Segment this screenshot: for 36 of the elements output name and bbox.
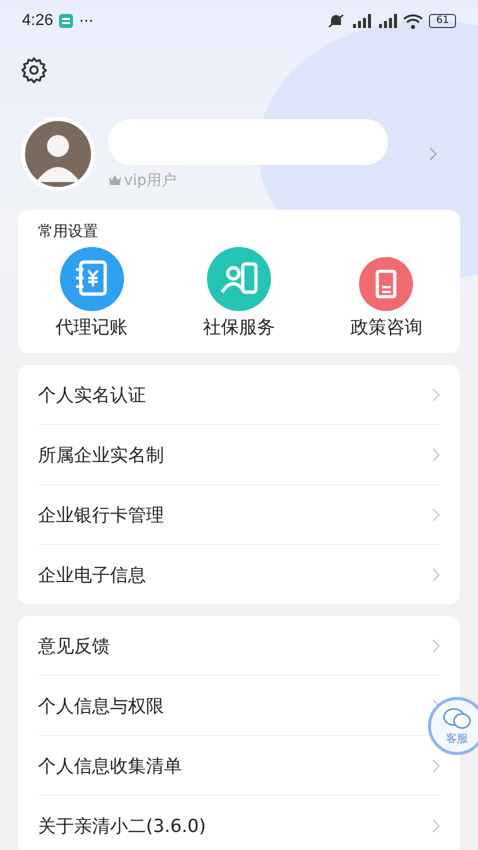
chevron-icon [432,568,440,582]
crown-icon [108,174,122,186]
chat-bubbles-icon [442,706,472,730]
chevron-icon [432,758,440,772]
chevron-icon [432,638,440,652]
menu-item[interactable]: 所属企业实名制 [38,442,164,466]
chevron-icon [432,508,440,522]
shortcut-label[interactable]: 政策咨询 [350,315,422,339]
status-time: 4:26 [22,12,54,30]
person-card-icon[interactable] [204,247,273,311]
menu-item[interactable]: 个人实名认证 [38,382,146,406]
section-title: 常用设置 [37,222,99,241]
document-icon[interactable] [359,257,414,311]
vip-label: vip用户 [124,170,177,190]
app-icon [59,14,74,28]
shortcut-label[interactable]: 代理记账 [56,315,128,339]
more-notifications: ··· [79,12,94,30]
battery-indicator: 61 [429,14,456,28]
menu-item[interactable]: 个人信息收集清单 [38,754,182,778]
menu-item[interactable]: 企业银行卡管理 [38,502,164,526]
chevron-icon [432,448,440,462]
menu-item[interactable]: 意见反馈 [38,634,110,658]
chevron-icon [432,388,440,402]
menu-item[interactable]: 企业电子信息 [38,562,146,586]
mute-icon [327,13,346,29]
avatar-icon[interactable] [20,116,96,192]
settings-icon[interactable] [20,56,48,84]
shortcut-label[interactable]: 社保服务 [202,315,275,339]
menu-item[interactable]: 关于亲清小二(3.6.0) [38,814,206,838]
signal-icon [351,14,372,28]
chevron-icon[interactable] [428,146,438,162]
menu-item[interactable]: 个人信息与权限 [38,694,164,718]
wifi-icon [403,14,424,28]
chevron-icon [432,818,440,832]
ledger-icon[interactable] [58,247,126,311]
signal-icon [377,14,398,28]
